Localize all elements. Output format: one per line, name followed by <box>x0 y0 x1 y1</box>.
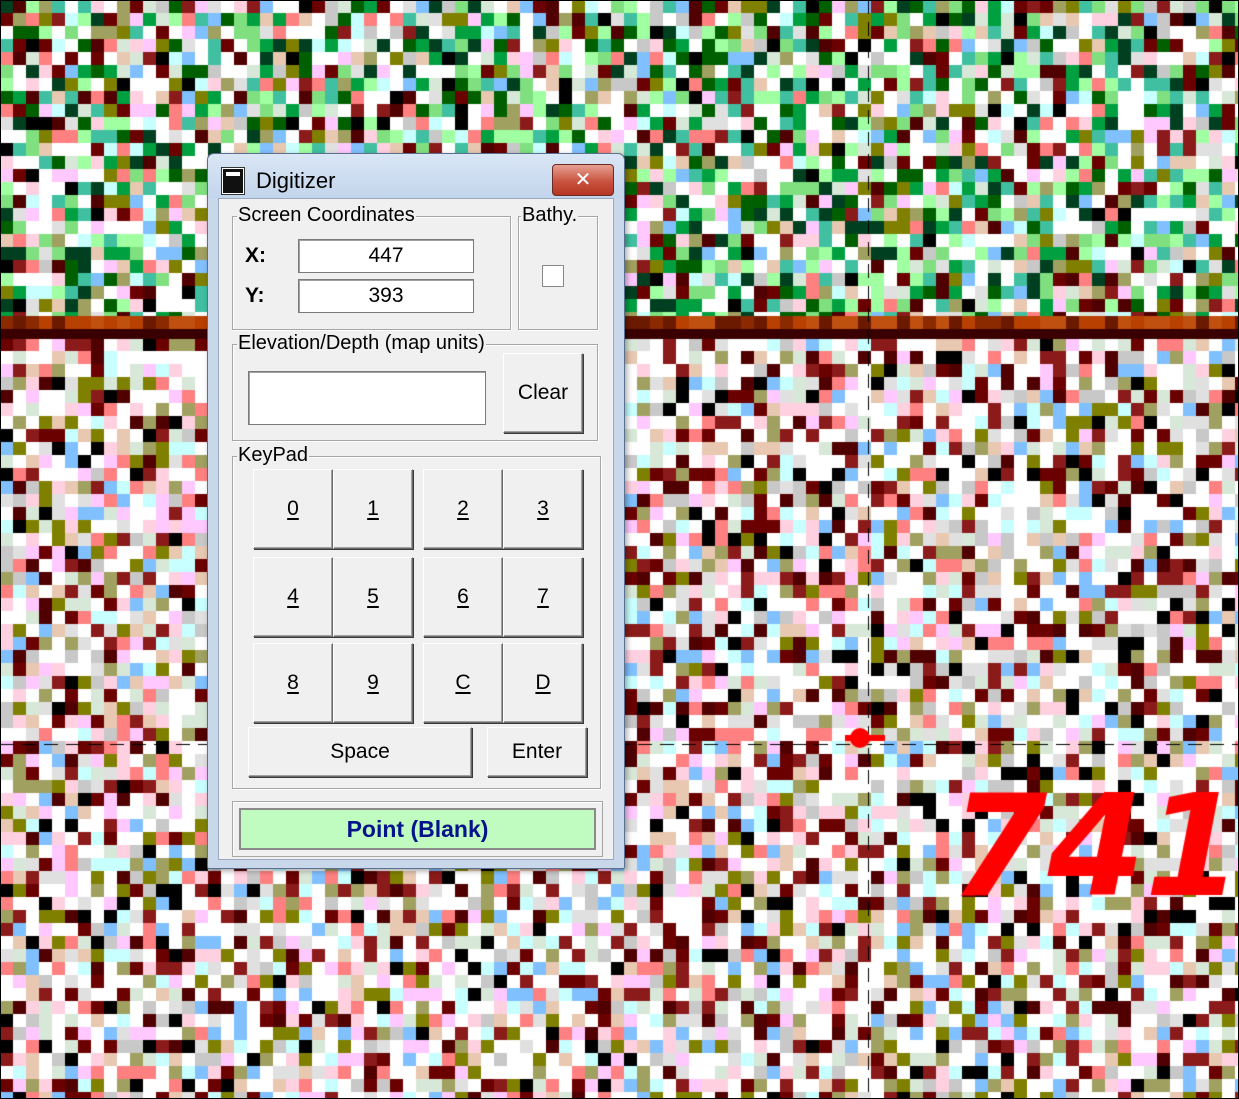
key-label: 5 <box>367 585 379 608</box>
x-label: X: <box>245 244 266 267</box>
screen-coordinates-legend: Screen Coordinates <box>237 204 416 226</box>
key-label: 9 <box>367 671 379 694</box>
key-5-button[interactable]: 5 <box>333 557 413 637</box>
digitizer-dialog: Digitizer ✕ Screen Coordinates X: 447 Y:… <box>207 153 625 869</box>
key-label: 6 <box>457 585 469 608</box>
key-1-button[interactable]: 1 <box>333 469 413 549</box>
key-label: 1 <box>367 497 379 520</box>
space-button[interactable]: Space <box>248 727 472 777</box>
key-label: C <box>455 671 471 694</box>
key-label: D <box>535 671 551 694</box>
key-9-button[interactable]: 9 <box>333 643 413 723</box>
key-d-button[interactable]: D <box>503 643 583 723</box>
key-0-button[interactable]: 0 <box>253 469 333 549</box>
key-8-button[interactable]: 8 <box>253 643 333 723</box>
keypad-group: KeyPad 0 1 2 3 4 5 6 7 8 9 C D Space Enter <box>232 444 601 789</box>
keypad-legend: KeyPad <box>237 444 310 466</box>
close-button[interactable]: ✕ <box>552 164 614 196</box>
status-indicator: Point (Blank) <box>239 808 596 850</box>
key-label: 8 <box>287 671 299 694</box>
elevation-input[interactable] <box>248 371 486 425</box>
key-label: 3 <box>537 497 549 520</box>
key-label: 0 <box>287 497 299 520</box>
title-bar[interactable]: Digitizer ✕ <box>208 154 624 198</box>
enter-button[interactable]: Enter <box>487 727 587 777</box>
clear-button[interactable]: Clear <box>503 353 583 433</box>
space-button-label: Space <box>330 740 390 763</box>
key-label: 7 <box>537 585 549 608</box>
elevation-group: Elevation/Depth (map units) Clear <box>232 332 598 441</box>
key-label: 4 <box>287 585 299 608</box>
key-7-button[interactable]: 7 <box>503 557 583 637</box>
window-title: Digitizer <box>256 168 336 193</box>
enter-button-label: Enter <box>511 740 563 763</box>
y-coordinate-field[interactable]: 393 <box>298 279 474 313</box>
y-label: Y: <box>245 284 265 307</box>
key-2-button[interactable]: 2 <box>423 469 503 549</box>
dialog-body: Screen Coordinates X: 447 Y: 393 Bathy. … <box>218 198 614 860</box>
key-3-button[interactable]: 3 <box>503 469 583 549</box>
close-icon: ✕ <box>574 167 592 191</box>
bathy-checkbox[interactable] <box>542 265 564 287</box>
key-c-button[interactable]: C <box>423 643 503 723</box>
key-4-button[interactable]: 4 <box>253 557 333 637</box>
clear-button-label: Clear <box>517 381 569 404</box>
bathy-group: Bathy. <box>518 204 598 330</box>
key-label: 2 <box>457 497 469 520</box>
screen-coordinates-group: Screen Coordinates X: 447 Y: 393 <box>232 204 511 330</box>
x-coordinate-field[interactable]: 447 <box>298 239 474 273</box>
app-icon <box>222 168 244 194</box>
bathy-legend: Bathy. <box>521 204 579 226</box>
elevation-legend: Elevation/Depth (map units) <box>237 332 486 354</box>
key-6-button[interactable]: 6 <box>423 557 503 637</box>
